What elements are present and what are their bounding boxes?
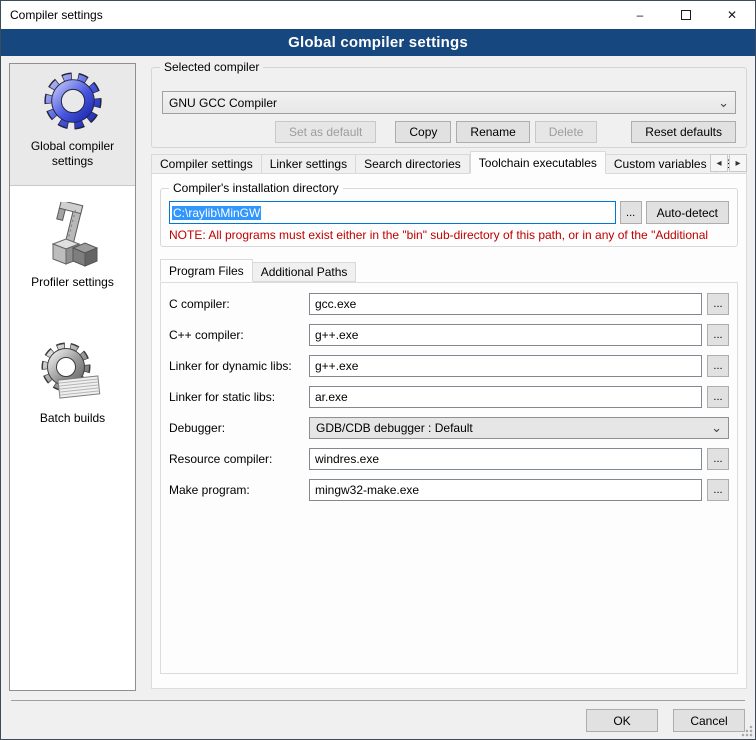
dynamic-linker-browse-button[interactable]: ...	[707, 355, 729, 377]
minimize-button[interactable]: –	[617, 1, 663, 29]
dynamic-linker-row: Linker for dynamic libs: ...	[169, 355, 729, 377]
debugger-row: Debugger: GDB/CDB debugger : Default ⌄	[169, 417, 729, 439]
tab-toolchain-executables[interactable]: Toolchain executables	[470, 151, 606, 174]
tab-linker-settings[interactable]: Linker settings	[262, 154, 356, 174]
chevron-down-icon: ⌄	[718, 98, 729, 108]
resource-compiler-row: Resource compiler: ...	[169, 448, 729, 470]
tab-compiler-settings[interactable]: Compiler settings	[151, 154, 262, 174]
main-panel: Selected compiler GNU GCC Compiler ⌄ Set…	[149, 63, 749, 691]
blue-gear-icon	[42, 70, 104, 135]
ok-button[interactable]: OK	[586, 709, 658, 732]
tab-scroll-arrows: ◂ ▸	[710, 154, 747, 172]
c-compiler-row: C compiler: ...	[169, 293, 729, 315]
chevron-down-icon: ⌄	[711, 423, 722, 433]
tab-custom-variables[interactable]: Custom variables	[606, 154, 716, 174]
sidebar-item-profiler-settings[interactable]: Profiler settings	[10, 196, 135, 308]
delete-button: Delete	[535, 121, 598, 143]
debugger-label: Debugger:	[169, 421, 309, 435]
compiler-settings-dialog: Compiler settings – ✕ Global compiler se…	[0, 0, 756, 740]
compiler-select-value: GNU GCC Compiler	[169, 96, 714, 110]
c-compiler-browse-button[interactable]: ...	[707, 293, 729, 315]
arrow-left-icon: ◂	[716, 158, 721, 169]
titlebar[interactable]: Compiler settings – ✕	[1, 1, 755, 29]
static-linker-browse-button[interactable]: ...	[707, 386, 729, 408]
close-icon: ✕	[727, 8, 737, 22]
installation-directory-legend: Compiler's installation directory	[169, 181, 343, 195]
make-program-label: Make program:	[169, 483, 309, 497]
make-program-browse-button[interactable]: ...	[707, 479, 729, 501]
tab-program-files[interactable]: Program Files	[160, 259, 253, 282]
selected-compiler-legend: Selected compiler	[160, 60, 263, 74]
installation-directory-value: C:\raylib\MinGW	[172, 206, 261, 220]
resource-compiler-browse-button[interactable]: ...	[707, 448, 729, 470]
maximize-button[interactable]	[663, 1, 709, 29]
tab-additional-paths[interactable]: Additional Paths	[253, 262, 357, 282]
cancel-button[interactable]: Cancel	[673, 709, 745, 732]
window-title: Compiler settings	[10, 8, 103, 22]
make-program-input[interactable]	[309, 479, 702, 501]
static-linker-label: Linker for static libs:	[169, 390, 309, 404]
c-compiler-input[interactable]	[309, 293, 702, 315]
program-files-page: C compiler: ... C++ compiler: ... Linker…	[160, 282, 738, 674]
minimize-icon: –	[637, 8, 644, 22]
dynamic-linker-label: Linker for dynamic libs:	[169, 359, 309, 373]
tab-scroll-left-button[interactable]: ◂	[710, 154, 728, 172]
installation-directory-group: Compiler's installation directory C:\ray…	[160, 188, 738, 247]
debugger-select[interactable]: GDB/CDB debugger : Default ⌄	[309, 417, 729, 439]
toolchain-executables-page: Compiler's installation directory C:\ray…	[151, 173, 747, 689]
page-title: Global compiler settings	[288, 34, 468, 51]
installation-directory-input[interactable]: C:\raylib\MinGW	[169, 201, 616, 224]
sidebar-item-label: Batch builds	[18, 411, 128, 426]
copy-button[interactable]: Copy	[395, 121, 451, 143]
directory-note: NOTE: All programs must exist either in …	[169, 228, 729, 242]
rename-button[interactable]: Rename	[456, 121, 529, 143]
close-button[interactable]: ✕	[709, 1, 755, 29]
resource-compiler-input[interactable]	[309, 448, 702, 470]
cpp-compiler-browse-button[interactable]: ...	[707, 324, 729, 346]
c-compiler-label: C compiler:	[169, 297, 309, 311]
auto-detect-button[interactable]: Auto-detect	[646, 201, 729, 224]
directory-browse-button[interactable]: ...	[620, 201, 642, 224]
resource-compiler-label: Resource compiler:	[169, 452, 309, 466]
static-linker-input[interactable]	[309, 386, 702, 408]
resize-grip[interactable]	[741, 725, 753, 737]
selected-compiler-group: Selected compiler GNU GCC Compiler ⌄ Set…	[151, 67, 747, 148]
maximize-icon	[681, 10, 691, 20]
dynamic-linker-input[interactable]	[309, 355, 702, 377]
header-band: Global compiler settings	[1, 29, 755, 56]
sidebar-item-batch-builds[interactable]: Batch builds	[10, 334, 135, 446]
compiler-buttons-row: Set as default Copy Rename Delete Reset …	[162, 121, 736, 143]
tab-scroll-right-button[interactable]: ▸	[729, 154, 747, 172]
cpp-compiler-input[interactable]	[309, 324, 702, 346]
caliper-icon	[41, 202, 105, 271]
sidebar-item-label: Profiler settings	[18, 275, 128, 290]
cpp-compiler-row: C++ compiler: ...	[169, 324, 729, 346]
gray-gear-stack-icon	[41, 340, 105, 407]
footer-separator	[11, 700, 745, 701]
arrow-right-icon: ▸	[735, 158, 740, 169]
set-as-default-button: Set as default	[275, 121, 376, 143]
sidebar: Global compiler settings	[9, 63, 136, 691]
programs-tabstrip: Program Files Additional Paths	[160, 259, 738, 282]
reset-defaults-button[interactable]: Reset defaults	[631, 121, 736, 143]
tab-search-directories[interactable]: Search directories	[356, 154, 470, 174]
compiler-select[interactable]: GNU GCC Compiler ⌄	[162, 91, 736, 114]
sidebar-item-label: Global compiler settings	[18, 139, 128, 169]
sidebar-item-global-compiler-settings[interactable]: Global compiler settings	[10, 64, 135, 186]
cpp-compiler-label: C++ compiler:	[169, 328, 309, 342]
make-program-row: Make program: ...	[169, 479, 729, 501]
static-linker-row: Linker for static libs: ...	[169, 386, 729, 408]
debugger-select-value: GDB/CDB debugger : Default	[316, 421, 707, 435]
settings-tabstrip: Compiler settings Linker settings Search…	[151, 151, 747, 174]
